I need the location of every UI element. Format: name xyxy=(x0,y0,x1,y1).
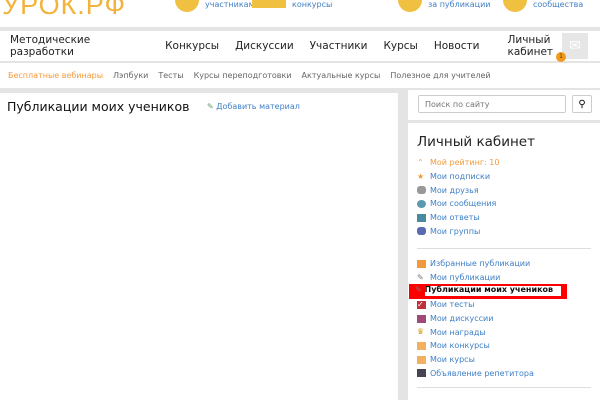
promo-label: сообщества xyxy=(533,0,584,9)
menu-label: Мои подписки xyxy=(430,172,491,182)
bookmark-icon xyxy=(417,259,426,268)
menu-label: Мои публикации xyxy=(430,273,501,283)
notification-badge: 1 xyxy=(556,52,566,62)
pencil-icon: ✎ xyxy=(417,272,424,282)
certificate-icon xyxy=(417,341,426,350)
menu-subscriptions[interactable]: ★ Мои подписки xyxy=(417,170,499,184)
cabinet-card: Личный кабинет ⌃ Мой рейтинг: 10 ★ Мои под… xyxy=(408,123,600,400)
menu-label: Мои конкурсы xyxy=(430,341,490,351)
menu-friends[interactable]: Мои друзья xyxy=(417,183,499,197)
main-panel: Публикации моих учеников ✎ Добавить мате… xyxy=(0,93,398,400)
menu-my-publications[interactable]: ✎ Мои публикации xyxy=(417,271,534,285)
menu-label: Мои группы xyxy=(430,226,481,236)
pencil-icon: ✎ xyxy=(415,285,422,294)
friends-icon xyxy=(417,186,426,195)
menu-rating[interactable]: ⌃ Мой рейтинг: 10 xyxy=(417,156,499,170)
main-nav: Методические разработки Конкурсы Дискусс… xyxy=(0,31,600,61)
menu-label: Мои ответы xyxy=(430,213,480,223)
menu-favorites[interactable]: Избранные публикации xyxy=(417,257,534,271)
message-icon xyxy=(417,199,426,208)
reply-icon xyxy=(417,213,426,222)
add-icon: ✎ xyxy=(207,102,214,111)
cabinet-list-1: ⌃ Мой рейтинг: 10 ★ Мои подписки Мои друзь… xyxy=(417,156,499,238)
certificate-icon xyxy=(417,355,426,364)
trophy-icon: ♛ xyxy=(417,327,425,337)
star-icon: ★ xyxy=(417,171,425,181)
menu-contests[interactable]: Мои конкурсы xyxy=(417,339,534,353)
nav-courses[interactable]: Курсы xyxy=(383,40,417,52)
top-header: УРОК.РФ участникам! конкурсы за публикац… xyxy=(0,0,600,27)
search-icon: ⚲ xyxy=(578,98,586,110)
menu-messages[interactable]: Мои сообщения xyxy=(417,197,499,211)
menu-awards[interactable]: ♛ Мои награды xyxy=(417,325,534,339)
subnav-lapbooks[interactable]: Лэпбуки xyxy=(113,71,148,80)
menu-label: Мои дискуссии xyxy=(430,314,494,324)
subnav-tests[interactable]: Тесты xyxy=(158,71,183,80)
subnav-retraining[interactable]: Курсы переподготовки xyxy=(194,71,292,80)
sub-nav: Бесплатные вебинары Лэпбуки Тесты Курсы … xyxy=(0,63,600,88)
add-material-link[interactable]: ✎ Добавить материал xyxy=(207,102,300,111)
coin-icon xyxy=(503,0,527,12)
menu-label: Мои тесты xyxy=(430,300,475,310)
search-panel: ⚲ xyxy=(408,90,600,120)
contest-badge-icon xyxy=(252,0,286,8)
promo-label: участникам! xyxy=(205,0,258,9)
menu-label: Мой рейтинг: 10 xyxy=(430,158,500,168)
promo-label: за публикации xyxy=(428,0,491,9)
site-logo[interactable]: УРОК.РФ xyxy=(2,0,126,21)
board-icon xyxy=(417,369,426,378)
search-button[interactable]: ⚲ xyxy=(572,95,592,113)
promo-participants[interactable]: участникам! xyxy=(175,0,258,12)
menu-students-publications: ✎ Публикации моих учеников xyxy=(415,285,553,294)
promo-community[interactable]: сообщества xyxy=(503,0,583,12)
promo-contests[interactable]: конкурсы xyxy=(252,0,332,9)
menu-label: Объявление репетитора xyxy=(430,368,534,378)
menu-groups[interactable]: Мои группы xyxy=(417,224,499,238)
nav-methods[interactable]: Методические разработки xyxy=(10,34,149,58)
medal-icon xyxy=(175,0,199,12)
award-icon xyxy=(398,0,422,12)
menu-replies[interactable]: Мои ответы xyxy=(417,211,499,225)
highlight-students-publications[interactable]: ✎ Публикации моих учеников xyxy=(409,284,567,299)
menu-discussions[interactable]: Мои дискуссии xyxy=(417,312,534,326)
discussion-icon xyxy=(417,314,426,323)
menu-tests[interactable]: ✓ Мои тесты xyxy=(417,298,534,312)
promo-publications[interactable]: за публикации xyxy=(398,0,491,12)
cabinet-title: Личный кабинет xyxy=(417,134,535,150)
divider xyxy=(417,387,591,388)
subnav-actual-courses[interactable]: Актуальные курсы xyxy=(302,71,381,80)
menu-tutor-ad[interactable]: Объявление репетитора xyxy=(417,367,534,381)
search-input[interactable] xyxy=(418,95,566,113)
menu-label: Мои курсы xyxy=(430,355,475,365)
menu-label: Публикации моих учеников xyxy=(424,285,554,294)
promo-label: конкурсы xyxy=(292,0,333,9)
menu-label: Мои награды xyxy=(430,327,486,337)
nav-discussions[interactable]: Дискуссии xyxy=(235,40,294,52)
groups-icon xyxy=(417,227,426,236)
check-icon: ✓ xyxy=(417,300,426,309)
cabinet-list-2: Избранные публикации ✎ Мои публикации ✓ Мо… xyxy=(417,257,534,380)
subnav-useful[interactable]: Полезное для учителей xyxy=(390,71,490,80)
nav-participants[interactable]: Участники xyxy=(310,40,368,52)
menu-label: Избранные публикации xyxy=(430,259,531,269)
nav-news[interactable]: Новости xyxy=(434,40,480,52)
menu-courses[interactable]: Мои курсы xyxy=(417,353,534,367)
rating-icon: ⌃ xyxy=(417,157,424,167)
add-material-label: Добавить материал xyxy=(216,102,300,111)
page-title: Публикации моих учеников xyxy=(7,99,190,114)
nav-contests[interactable]: Конкурсы xyxy=(165,40,219,52)
subnav-webinars[interactable]: Бесплатные вебинары xyxy=(8,71,103,80)
menu-label: Мои друзья xyxy=(430,185,479,195)
divider xyxy=(417,248,591,249)
menu-label: Мои сообщения xyxy=(430,199,497,209)
